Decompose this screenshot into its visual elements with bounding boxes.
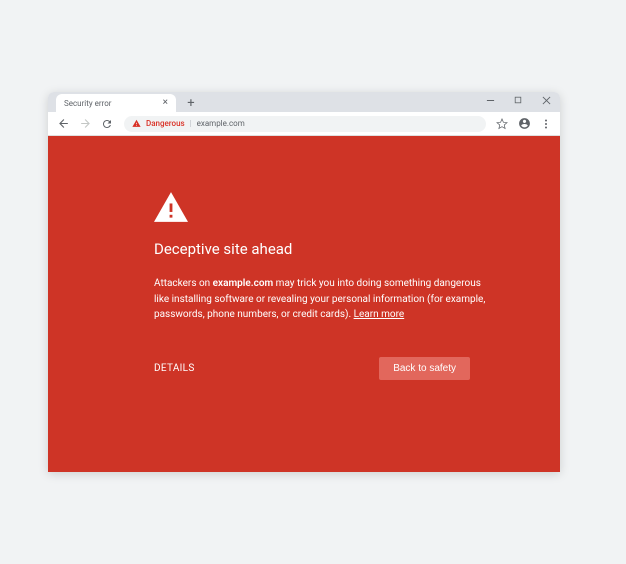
window-controls <box>482 94 554 106</box>
warning-triangle-icon <box>154 192 512 222</box>
address-bar[interactable]: Dangerous | example.com <box>124 116 486 132</box>
back-button[interactable] <box>54 115 72 133</box>
minimize-button[interactable] <box>482 94 498 106</box>
reload-button[interactable] <box>98 115 116 133</box>
toolbar-right <box>494 116 554 132</box>
omnibox-divider: | <box>190 119 192 128</box>
action-row: DETAILS Back to safety <box>154 357 512 380</box>
forward-button <box>76 115 94 133</box>
warning-body: Attackers on example.com may trick you i… <box>154 276 494 323</box>
menu-icon[interactable] <box>538 116 554 132</box>
toolbar: Dangerous | example.com <box>48 112 560 136</box>
warning-heading: Deceptive site ahead <box>154 240 512 258</box>
danger-label: Dangerous <box>146 119 185 128</box>
profile-icon[interactable] <box>516 116 532 132</box>
bookmark-icon[interactable] <box>494 116 510 132</box>
back-to-safety-button[interactable]: Back to safety <box>379 357 470 380</box>
url-text: example.com <box>197 119 245 128</box>
maximize-button[interactable] <box>510 94 526 106</box>
warning-page: Deceptive site ahead Attackers on exampl… <box>48 136 560 472</box>
tab-security-error[interactable]: Security error × <box>56 94 176 112</box>
details-button[interactable]: DETAILS <box>154 363 195 374</box>
new-tab-button[interactable]: + <box>182 94 200 112</box>
warning-body-prefix: Attackers on <box>154 278 213 289</box>
close-window-button[interactable] <box>538 94 554 106</box>
browser-window: Security error × + Dangerous | example.c… <box>48 92 560 472</box>
tab-close-icon[interactable]: × <box>163 98 168 108</box>
warning-body-domain: example.com <box>213 278 274 289</box>
tab-title: Security error <box>64 99 163 108</box>
danger-triangle-icon <box>132 119 141 128</box>
learn-more-link[interactable]: Learn more <box>354 309 405 320</box>
